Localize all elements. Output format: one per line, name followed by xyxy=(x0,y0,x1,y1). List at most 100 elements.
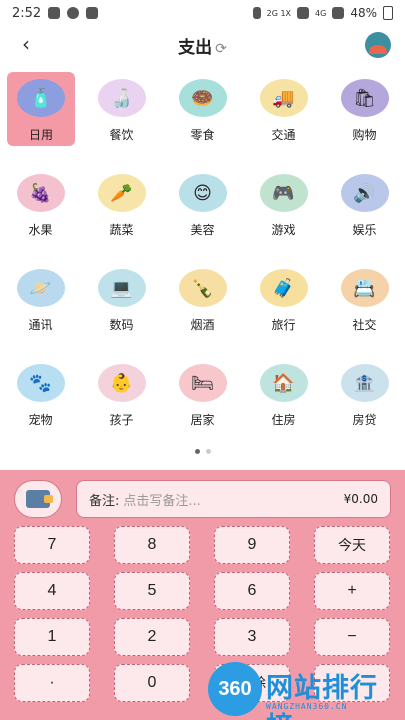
category-item[interactable]: 🐾 宠物 xyxy=(0,357,81,452)
category-item[interactable]: 🏠 住房 xyxy=(243,357,324,452)
status-bar: 2:52 2G 1X 4G 48% xyxy=(0,0,405,26)
category-item[interactable]: 🍩 零食 xyxy=(162,72,243,167)
key-2[interactable]: 2 xyxy=(114,618,190,656)
category-item[interactable]: 🏦 房贷 xyxy=(324,357,405,452)
key-6[interactable]: 6 xyxy=(214,572,290,610)
category-label: 社交 xyxy=(352,318,377,332)
category-label: 孩子 xyxy=(109,413,134,427)
category-item[interactable]: 🛍 购物 xyxy=(324,72,405,167)
key-3[interactable]: 3 xyxy=(214,618,290,656)
gallery-icon xyxy=(86,7,99,19)
game-icon: 🎮 xyxy=(259,174,308,212)
mortgage-icon: 🏦 xyxy=(340,364,389,402)
note-field[interactable]: 备注: 点击写备注... ¥0.00 xyxy=(76,480,391,518)
category-label: 住房 xyxy=(271,413,296,427)
housing-icon: 🏠 xyxy=(259,364,308,402)
key-1[interactable]: 1 xyxy=(14,618,90,656)
traffic-icon: 🚚 xyxy=(259,79,308,117)
key-4[interactable]: 4 xyxy=(14,572,90,610)
battery-icon xyxy=(383,6,393,20)
category-label: 宠物 xyxy=(28,413,53,427)
note-placeholder: 点击写备注... xyxy=(123,493,201,509)
travel-icon: 🧳 xyxy=(259,269,308,307)
key-9[interactable]: 9 xyxy=(214,526,290,564)
category-label: 房贷 xyxy=(352,413,377,427)
category-item[interactable]: 📇 社交 xyxy=(324,262,405,357)
network-label: 2G 1X xyxy=(266,8,292,18)
category-label: 日用 xyxy=(28,128,53,142)
watermark-text: 网站排行榜 xyxy=(266,673,378,720)
page-indicator xyxy=(0,449,405,454)
vibrate-icon xyxy=(252,7,261,19)
tobacco-icon: 🍾 xyxy=(178,269,227,307)
category-label: 数码 xyxy=(109,318,134,332)
digital-icon: 💻 xyxy=(97,269,146,307)
home-icon: 🛏 xyxy=(178,364,227,402)
vegetable-icon: 🥕 xyxy=(97,174,146,212)
plus-button[interactable]: + xyxy=(314,572,390,610)
category-label: 游戏 xyxy=(271,223,296,237)
category-label: 居家 xyxy=(190,413,215,427)
avatar[interactable] xyxy=(365,32,391,58)
social-icon: 📇 xyxy=(340,269,389,307)
amount-display: ¥0.00 xyxy=(343,492,378,506)
category-label: 娱乐 xyxy=(352,223,377,237)
category-item[interactable]: 🥕 蔬菜 xyxy=(81,167,162,262)
category-item[interactable]: 😊 美容 xyxy=(162,167,243,262)
watermark: 360 网站排行榜 WANGZHAN360.CN xyxy=(208,662,398,720)
category-label: 水果 xyxy=(28,223,53,237)
wallet-button[interactable] xyxy=(14,480,62,518)
category-item[interactable]: 🧳 旅行 xyxy=(243,262,324,357)
category-item[interactable]: 🍇 水果 xyxy=(0,167,81,262)
daily-icon: 🧴 xyxy=(17,79,65,117)
category-label: 蔬菜 xyxy=(109,223,134,237)
category-item[interactable]: 🔊 娱乐 xyxy=(324,167,405,262)
beauty-icon: 😊 xyxy=(178,174,227,212)
signal-icon-2 xyxy=(332,7,345,19)
note-label: 备注: xyxy=(89,493,120,509)
key-7[interactable]: 7 xyxy=(14,526,90,564)
status-time: 2:52 xyxy=(12,5,42,21)
category-item[interactable]: 💻 数码 xyxy=(81,262,162,357)
key-5[interactable]: 5 xyxy=(114,572,190,610)
snack-icon: 🍩 xyxy=(178,79,227,117)
category-label: 购物 xyxy=(352,128,377,142)
today-button[interactable]: 今天 xyxy=(314,526,390,564)
communication-icon: 🪐 xyxy=(16,269,65,307)
key-0[interactable]: 0 xyxy=(114,664,190,702)
category-label: 烟酒 xyxy=(190,318,215,332)
category-label: 通讯 xyxy=(28,318,53,332)
page-dot xyxy=(205,449,211,454)
category-label: 美容 xyxy=(190,223,215,237)
category-item[interactable]: 🍶 餐饮 xyxy=(81,72,162,167)
watermark-sub: WANGZHAN360.CN xyxy=(266,702,348,711)
pet-icon: 🐾 xyxy=(16,364,65,402)
dot-button[interactable]: · xyxy=(14,664,90,702)
category-grid: 🧴 日用 🍶 餐饮 🍩 零食 🚚 交通 🛍 购物 🍇 水果 🥕 蔬菜 😊 美容 🎮 游戏 🔊 娱乐 🪐 通讯 💻 数码 🍾 烟酒 🧳… xyxy=(0,72,405,452)
network-label-2: 4G xyxy=(315,8,327,18)
category-item[interactable]: 👶 孩子 xyxy=(81,357,162,452)
nav-bar: ‹ 支出 ⟳ xyxy=(0,28,405,62)
fruit-icon: 🍇 xyxy=(16,174,65,212)
key-8[interactable]: 8 xyxy=(114,526,190,564)
category-label: 零食 xyxy=(190,128,215,142)
page-dot-active xyxy=(194,449,200,454)
title-text: 支出 xyxy=(178,38,213,58)
refresh-icon[interactable]: ⟳ xyxy=(215,41,227,57)
watermark-logo: 360 xyxy=(208,662,262,716)
location-icon xyxy=(67,7,80,19)
category-item[interactable]: 🎮 游戏 xyxy=(243,167,324,262)
category-label: 交通 xyxy=(271,128,296,142)
category-item[interactable]: 🧴 日用 xyxy=(7,72,75,146)
category-item[interactable]: 🚚 交通 xyxy=(243,72,324,167)
minus-button[interactable]: − xyxy=(314,618,390,656)
category-item[interactable]: 🍾 烟酒 xyxy=(162,262,243,357)
category-item[interactable]: 🪐 通讯 xyxy=(0,262,81,357)
category-label: 旅行 xyxy=(271,318,296,332)
page-title[interactable]: 支出 ⟳ xyxy=(0,33,405,58)
child-icon: 👶 xyxy=(97,364,146,402)
category-item[interactable]: 🛏 居家 xyxy=(162,357,243,452)
dining-icon: 🍶 xyxy=(97,79,146,117)
shopping-icon: 🛍 xyxy=(340,79,389,117)
battery-percent: 48% xyxy=(350,6,377,20)
